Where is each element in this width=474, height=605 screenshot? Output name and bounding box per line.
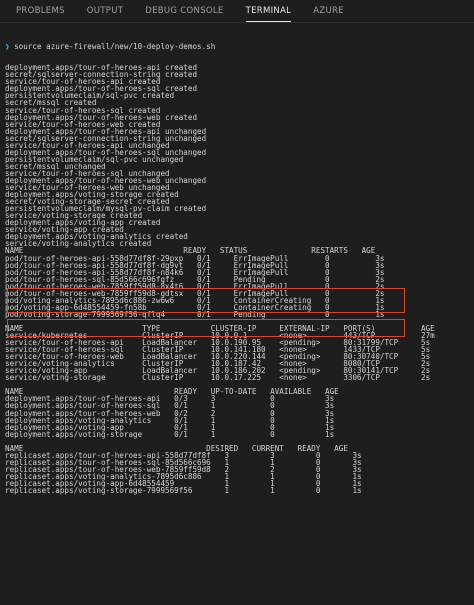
terminal-line: service/voting-storage ClusterIP 10.0.17… xyxy=(5,373,431,383)
terminal-output[interactable]: ❯ source azure-firewall/new/10-deploy-de… xyxy=(0,24,474,605)
terminal-line: deployment.apps/voting-storage 0/1 1 0 1… xyxy=(5,429,335,439)
terminal-panel: PROBLEMS OUTPUT DEBUG CONSOLE TERMINAL A… xyxy=(0,0,474,605)
tab-problems[interactable]: PROBLEMS xyxy=(16,0,65,22)
command-text: source azure-firewall/new/10-deploy-demo… xyxy=(9,42,216,52)
tab-terminal[interactable]: TERMINAL xyxy=(245,0,292,22)
highlight-box-api-pods xyxy=(7,288,405,313)
tab-azure[interactable]: AZURE xyxy=(313,0,344,22)
highlight-box-web-pods xyxy=(7,319,405,337)
panel-tab-bar: PROBLEMS OUTPUT DEBUG CONSOLE TERMINAL A… xyxy=(0,0,474,23)
tab-output[interactable]: OUTPUT xyxy=(87,0,123,22)
terminal-line: replicaset.apps/voting-storage-7999569f5… xyxy=(5,486,362,496)
terminal-lines: ❯ source azure-firewall/new/10-deploy-de… xyxy=(5,29,435,496)
tab-debug-console[interactable]: DEBUG CONSOLE xyxy=(145,0,223,22)
command-line: ❯ source azure-firewall/new/10-deploy-de… xyxy=(5,42,435,52)
